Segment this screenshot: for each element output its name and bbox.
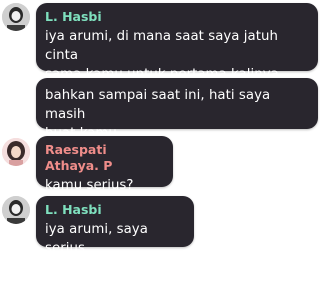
message-text: bahkan sampai saat ini, hati saya masih … — [45, 84, 309, 143]
user-avatar-icon[interactable] — [2, 138, 30, 166]
sender-name[interactable]: L. Hasbi — [45, 9, 309, 25]
message-text: kamu serius? — [45, 176, 164, 195]
user-avatar-icon[interactable] — [2, 196, 30, 224]
user-avatar-icon[interactable] — [2, 3, 30, 31]
message-line: iya arumi, saya serius — [45, 222, 148, 256]
message-text: iya arumi, di mana saat saya jatuh cinta… — [45, 27, 309, 84]
message-line: kamu serius? — [45, 178, 134, 193]
sender-name[interactable]: Raespati Athaya. P — [45, 142, 164, 174]
message-text: iya arumi, saya serius — [45, 220, 185, 258]
message-line: iya arumi, di mana saat saya jatuh cinta — [45, 29, 278, 63]
sender-name[interactable]: L. Hasbi — [45, 202, 185, 218]
message-bubble[interactable]: L. Hasbi iya arumi, saya serius — [36, 196, 194, 256]
message-bubble[interactable]: L. Hasbi iya arumi, di mana saat saya ja… — [36, 3, 318, 82]
message-line: bahkan sampai saat ini, hati saya masih — [45, 88, 271, 122]
message-bubble[interactable]: Raespati Athaya. P kamu serius? — [36, 136, 173, 193]
message-bubble[interactable]: bahkan sampai saat ini, hati saya masih … — [36, 78, 318, 141]
